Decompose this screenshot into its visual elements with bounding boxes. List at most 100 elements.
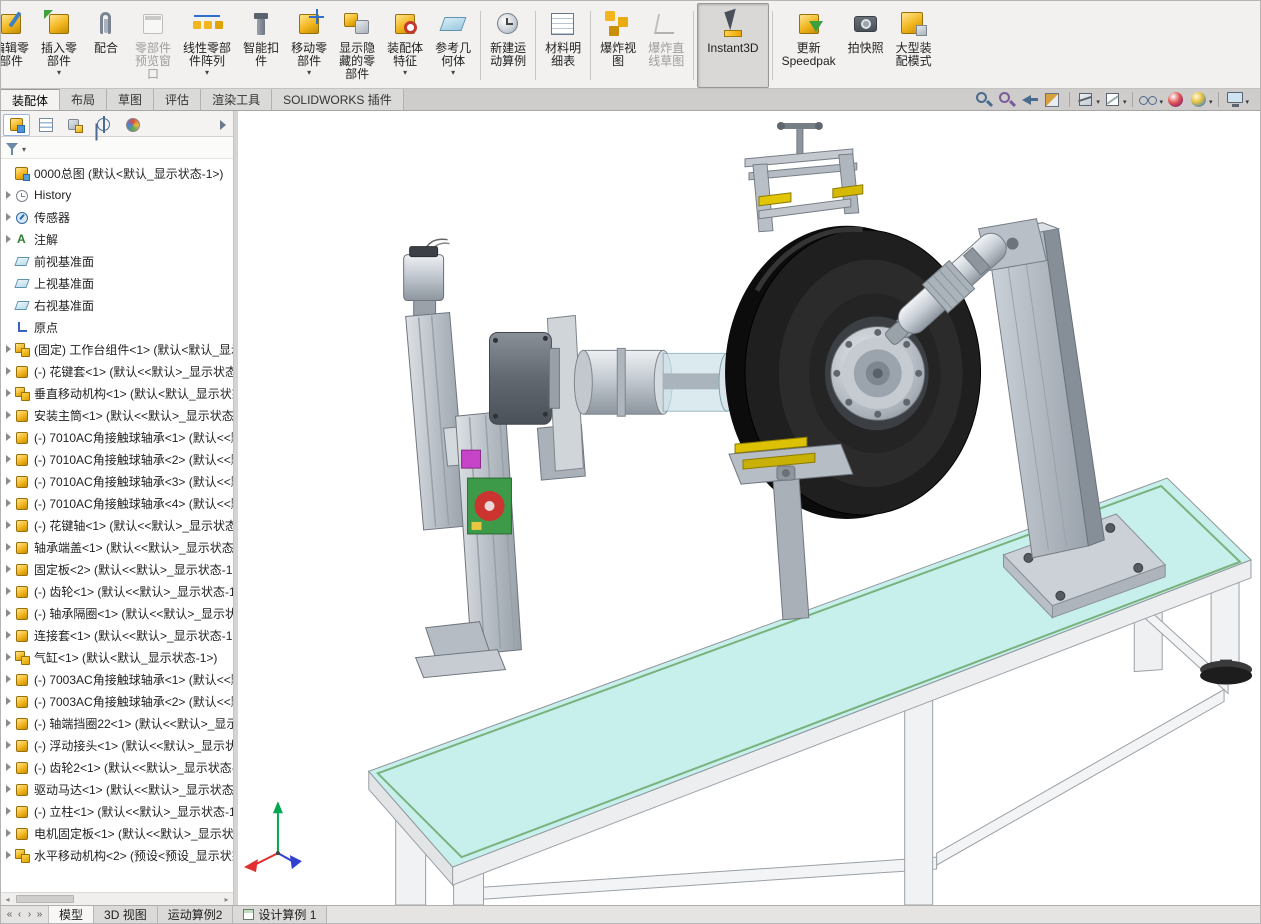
- expand-arrow-icon[interactable]: [6, 521, 11, 529]
- tree-item[interactable]: (-) 7010AC角接触球轴承<1> (默认<<默认>_显示状态-1>): [1, 426, 233, 448]
- tree-item[interactable]: 电机固定板<1> (默认<<默认>_显示状态-1>): [1, 822, 233, 844]
- expand-arrow-icon[interactable]: [6, 807, 11, 815]
- expand-arrow-icon[interactable]: [6, 433, 11, 441]
- tree-item[interactable]: (-) 轴端挡圈22<1> (默认<<默认>_显示状态-1>): [1, 712, 233, 734]
- tree-item[interactable]: 驱动马达<1> (默认<<默认>_显示状态-1>): [1, 778, 233, 800]
- expand-arrow-icon[interactable]: [6, 367, 11, 375]
- sheet-next-button[interactable]: ›: [25, 909, 34, 920]
- design-study-1-tab[interactable]: 设计算例 1: [233, 906, 327, 923]
- expand-arrow-icon[interactable]: [6, 191, 11, 199]
- graphics-viewport[interactable]: [238, 111, 1260, 905]
- smart-fasteners-button[interactable]: 智能扣 件: [237, 3, 285, 88]
- expand-arrow-icon[interactable]: [6, 719, 11, 727]
- zoom-to-fit-button[interactable]: [973, 90, 995, 110]
- mate-button[interactable]: 配合: [83, 3, 129, 88]
- tab-solidworks-addins[interactable]: SOLIDWORKS 插件: [272, 89, 404, 110]
- component-preview-button[interactable]: 零部件 预览窗 口: [129, 3, 177, 88]
- expand-arrow-icon[interactable]: [6, 565, 11, 573]
- tree-item[interactable]: 固定板<2> (默认<<默认>_显示状态-1>): [1, 558, 233, 580]
- tree-item[interactable]: (-) 浮动接头<1> (默认<<默认>_显示状态-1>): [1, 734, 233, 756]
- configurationmanager-tab[interactable]: [61, 114, 88, 136]
- motion-study-2-tab[interactable]: 运动算例2: [158, 906, 234, 923]
- scroll-right-icon[interactable]: [220, 894, 233, 905]
- filter-icon[interactable]: [6, 141, 20, 155]
- display-style-button[interactable]: [1102, 90, 1128, 110]
- expand-arrow-icon[interactable]: [6, 631, 11, 639]
- tree-item[interactable]: (-) 7010AC角接触球轴承<2> (默认<<默认>_显示状态-1>): [1, 448, 233, 470]
- new-motion-study-button[interactable]: 新建运 动算例: [484, 3, 532, 88]
- expand-arrow-icon[interactable]: [6, 829, 11, 837]
- tree-item-history[interactable]: History: [1, 184, 233, 206]
- move-component-button[interactable]: 移动零 部件: [285, 3, 333, 88]
- hide-show-items-button[interactable]: [1138, 90, 1164, 110]
- assembly-features-button[interactable]: 装配体 特征: [381, 3, 429, 88]
- apply-scene-button[interactable]: [1188, 90, 1214, 110]
- tree-item[interactable]: (-) 7003AC角接触球轴承<2> (默认<<默认>_显示状态-1>): [1, 690, 233, 712]
- view-settings-button[interactable]: [1224, 90, 1250, 110]
- panel-collapse-arrow[interactable]: [215, 115, 231, 135]
- expand-arrow-icon[interactable]: [6, 455, 11, 463]
- tree-item[interactable]: (-) 7010AC角接触球轴承<4> (默认<<默认>_显示状态-1>): [1, 492, 233, 514]
- expand-arrow-icon[interactable]: [6, 499, 11, 507]
- top-clamp-fixture[interactable]: [745, 122, 863, 232]
- tree-item-origin[interactable]: 原点: [1, 316, 233, 338]
- expand-arrow-icon[interactable]: [6, 235, 11, 243]
- tree-item[interactable]: (-) 轴承隔圈<1> (默认<<默认>_显示状态-1>): [1, 602, 233, 624]
- expand-arrow-icon[interactable]: [6, 587, 11, 595]
- tree-item-sensors[interactable]: 传感器: [1, 206, 233, 228]
- previous-view-button[interactable]: [1019, 90, 1041, 110]
- expand-arrow-icon[interactable]: [6, 741, 11, 749]
- tab-sketch[interactable]: 草图: [107, 89, 154, 110]
- expand-arrow-icon[interactable]: [6, 675, 11, 683]
- tree-item[interactable]: 安装主筒<1> (默认<<默认>_显示状态-1>): [1, 404, 233, 426]
- tree-item[interactable]: (-) 立柱<1> (默认<<默认>_显示状态-1>): [1, 800, 233, 822]
- tab-evaluate[interactable]: 评估: [154, 89, 201, 110]
- filter-dropdown-caret[interactable]: [20, 141, 26, 155]
- tree-item-top-plane[interactable]: 上视基准面: [1, 272, 233, 294]
- tree-item[interactable]: 气缸<1> (默认<默认_显示状态-1>): [1, 646, 233, 668]
- tree-item[interactable]: (-) 7003AC角接触球轴承<1> (默认<<默认>_显示状态-1>): [1, 668, 233, 690]
- edit-appearance-button[interactable]: [1165, 90, 1187, 110]
- sheet-last-button[interactable]: »: [35, 909, 44, 920]
- tab-render-tools[interactable]: 渲染工具: [201, 89, 272, 110]
- expand-arrow-icon[interactable]: [6, 411, 11, 419]
- update-speedpak-button[interactable]: 更新 Speedpak: [776, 3, 842, 88]
- propertymanager-tab[interactable]: [32, 114, 59, 136]
- wheel-hub[interactable]: [831, 326, 925, 420]
- displaymanager-tab[interactable]: [119, 114, 146, 136]
- tree-item[interactable]: 水平移动机构<2> (预设<预设_显示状态-1>): [1, 844, 233, 866]
- 3d-views-tab[interactable]: 3D 视图: [94, 906, 158, 923]
- expand-arrow-icon[interactable]: [6, 851, 11, 859]
- tree-item-front-plane[interactable]: 前视基准面: [1, 250, 233, 272]
- expand-arrow-icon[interactable]: [6, 653, 11, 661]
- tab-assembly[interactable]: 装配体: [1, 89, 60, 110]
- large-assembly-mode-button[interactable]: 大型装 配模式: [890, 3, 938, 88]
- expand-arrow-icon[interactable]: [6, 389, 11, 397]
- exploded-view-button[interactable]: 爆炸视 图: [594, 3, 642, 88]
- take-snapshot-button[interactable]: 拍快照: [842, 3, 890, 88]
- expand-arrow-icon[interactable]: [6, 763, 11, 771]
- tree-horizontal-scrollbar[interactable]: [1, 892, 233, 905]
- scrollbar-thumb[interactable]: [16, 895, 74, 903]
- insert-component-button[interactable]: 插入零 部件: [35, 3, 83, 88]
- instant3d-button[interactable]: Instant3D: [697, 3, 768, 88]
- edit-component-button[interactable]: 编辑零 部件: [1, 3, 35, 88]
- zoom-to-area-button[interactable]: [996, 90, 1018, 110]
- explode-line-sketch-button[interactable]: 爆炸直 线草图: [642, 3, 690, 88]
- tree-item[interactable]: (-) 齿轮<1> (默认<<默认>_显示状态-1>): [1, 580, 233, 602]
- sheet-prev-button[interactable]: ‹: [15, 909, 24, 920]
- support-column[interactable]: [979, 219, 1166, 618]
- expand-arrow-icon[interactable]: [6, 609, 11, 617]
- tree-item[interactable]: 垂直移动机构<1> (默认<默认_显示状态-1>): [1, 382, 233, 404]
- tree-item-root[interactable]: 0000总图 (默认<默认_显示状态-1>): [1, 162, 233, 184]
- show-hidden-components-button[interactable]: 显示隐 藏的零 部件: [333, 3, 381, 88]
- dimxpertmanager-tab[interactable]: [90, 114, 117, 136]
- model-tab[interactable]: 模型: [49, 906, 94, 923]
- bill-of-materials-button[interactable]: 材料明 细表: [539, 3, 587, 88]
- tree-item[interactable]: (-) 花键套<1> (默认<<默认>_显示状态-1>): [1, 360, 233, 382]
- expand-arrow-icon[interactable]: [6, 785, 11, 793]
- view-orientation-button[interactable]: [1075, 90, 1101, 110]
- tree-item[interactable]: (-) 花键轴<1> (默认<<默认>_显示状态-1>): [1, 514, 233, 536]
- tree-item[interactable]: (-) 齿轮2<1> (默认<<默认>_显示状态-1>): [1, 756, 233, 778]
- expand-arrow-icon[interactable]: [6, 697, 11, 705]
